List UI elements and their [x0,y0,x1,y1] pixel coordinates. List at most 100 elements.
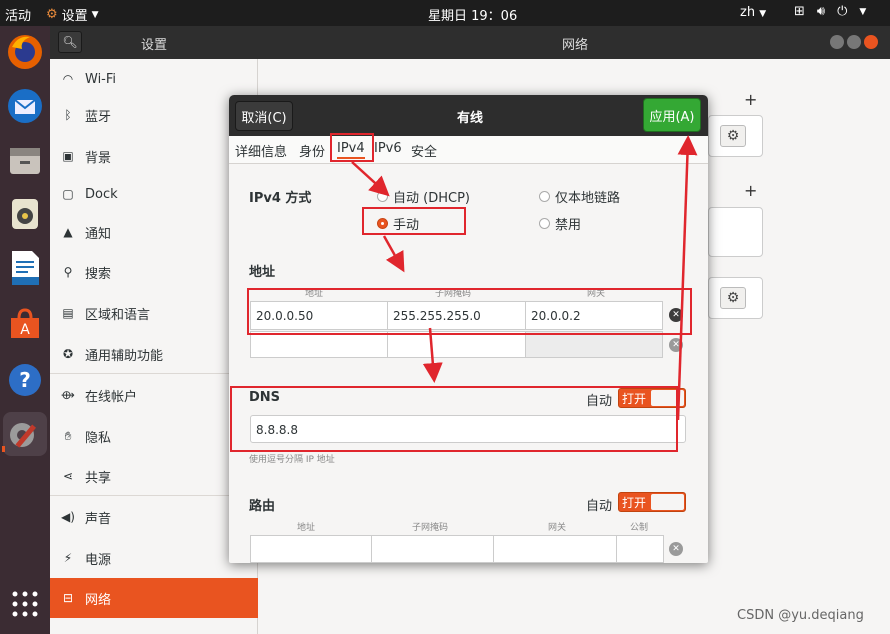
routes-auto-label: 自动 [586,499,613,514]
svg-text:?: ? [19,368,31,392]
sidebar-item-label: 蓝牙 [85,109,112,125]
dock: A ? [0,26,50,634]
show-applications-icon[interactable] [3,582,47,626]
sidebar-item-wifi[interactable]: ◠ Wi-Fi [50,59,258,99]
writer-icon[interactable] [3,246,47,290]
top-bar: 活动 ⚙ 设置 ▼ 星期日 19：06 zh ▼ ⊞ 🔊︎ ⏻ ▼ [0,0,890,26]
clock[interactable]: 星期日 19：06 [428,5,517,24]
annotation-ipv4-tab [330,133,374,162]
cancel-button[interactable]: 取消(C) [235,101,293,131]
rhythmbox-icon[interactable] [3,192,47,236]
firefox-icon[interactable] [3,30,47,74]
tab-security[interactable]: 安全 [411,141,437,160]
delete-route-icon[interactable]: ✕ [669,542,683,556]
sidebar-item-sound[interactable]: ◀) 声音 [50,497,258,537]
sidebar-item-label: 通知 [85,226,112,242]
gear-icon[interactable]: ⚙ [720,125,746,147]
proxy-card: ⚙ [708,277,763,319]
sidebar-item-bluetooth[interactable]: ᛒ 蓝牙 [50,95,258,135]
wifi-icon: ◠ [62,72,74,86]
route-gateway-input[interactable] [493,535,617,563]
power-icon: ⏻ [837,4,848,19]
activities-button[interactable]: 活动 [5,5,31,24]
network-status-icon: ⊞ [794,4,805,19]
lang-label: zh [740,5,756,20]
volume-icon: 🔊︎ [816,4,826,19]
sidebar: ◠ Wi-Fi ᛒ 蓝牙 ▣ 背景 ▢ Dock ▲ 通知 ⚲ 搜索 ▤ 区域和语言 ✪ 通用辅… [50,59,258,634]
search-icon: ⚲ [63,265,73,279]
dialog-title: 有线 [457,111,484,126]
add-vpn-icon[interactable]: + [744,181,757,200]
sidebar-item-search[interactable]: ⚲ 搜索 [50,252,258,292]
sidebar-item-label: 共享 [85,470,112,486]
apply-button[interactable]: 应用(A) [643,98,701,132]
route-address-input[interactable] [250,535,372,563]
sidebar-item-background[interactable]: ▣ 背景 [50,136,258,176]
toggle-label: 打开 [622,495,647,510]
speaker-icon: ◀) [61,510,75,524]
radio-link-local[interactable]: 仅本地链路 [539,187,620,206]
gateway-input-empty[interactable] [525,331,663,358]
add-connection-icon[interactable]: + [744,90,757,109]
search-icon: 🔍︎ [62,35,78,49]
delete-row-icon[interactable]: ✕ [669,338,683,352]
minimize-icon[interactable] [830,35,844,49]
sidebar-item-label: 背景 [85,150,112,166]
route-metric-input[interactable] [616,535,664,563]
sidebar-item-label: 网络 [85,592,112,608]
sidebar-item-label: 电源 [85,552,112,568]
sidebar-item-dock[interactable]: ▢ Dock [50,174,258,214]
route-gateway-col-header: 网关 [548,523,567,533]
dialog-header: 取消(C) 有线 应用(A) [229,95,708,136]
close-icon[interactable] [864,35,878,49]
input-language[interactable]: zh ▼ [740,5,766,20]
maximize-icon[interactable] [847,35,861,49]
address-section-title: 地址 [249,265,276,280]
gear-icon[interactable]: ⚙ [720,287,746,309]
settings-gear-icon: ⚙ [46,7,58,22]
dropdown-arrow-icon: ▼ [759,9,767,19]
tab-details[interactable]: 详细信息 [235,141,287,160]
accessibility-icon: ✪ [62,347,74,361]
address-input-empty[interactable] [250,331,388,358]
sidebar-item-sharing[interactable]: ⋖ 共享 [50,456,258,496]
window-header: 🔍︎ 设置 网络 [50,26,890,59]
files-icon[interactable] [3,138,47,182]
route-address-col-header: 地址 [297,523,316,533]
radio-auto-dhcp[interactable]: 自动 (DHCP) [377,187,470,206]
dock-icon: ▢ [62,187,74,201]
sidebar-item-notifications[interactable]: ▲ 通知 [50,212,258,252]
thunderbird-icon[interactable] [3,84,47,128]
sidebar-item-region[interactable]: ▤ 区域和语言 [50,293,258,333]
sidebar-item-privacy[interactable]: ✋︎ 隐私 [50,416,258,456]
software-center-icon[interactable]: A [3,302,47,346]
netmask-input-empty[interactable] [387,331,526,358]
app-menu[interactable]: ⚙ 设置 ▼ [46,5,99,24]
sidebar-item-label: 在线帐户 [85,389,138,405]
sidebar-item-power[interactable]: ⚡︎ 电源 [50,538,258,578]
divider [50,495,258,496]
wired-card: ⚙ [708,115,763,157]
divider [50,373,258,374]
route-netmask-col-header: 子网掩码 [412,523,449,533]
tab-bar: 详细信息 身份 IPv4 IPv6 安全 [229,136,708,164]
annotation-manual [362,207,466,235]
sidebar-item-label: 搜索 [85,266,112,282]
tab-identity[interactable]: 身份 [299,141,325,160]
bell-icon: ▲ [63,225,73,239]
dns-hint: 使用逗号分隔 IP 地址 [249,455,335,465]
hand-icon: ✋︎ [64,428,72,443]
sidebar-item-online-accounts[interactable]: ⟴ 在线帐户 [50,375,258,415]
tab-ipv6[interactable]: IPv6 [374,141,402,156]
status-area[interactable]: ⊞ 🔊︎ ⏻ ▼ [794,4,866,19]
sidebar-item-accessibility[interactable]: ✪ 通用辅助功能 [50,334,258,374]
power-icon: ⚡︎ [63,551,73,565]
page-title: 网络 [562,38,589,53]
sidebar-item-network[interactable]: ⊟ 网络 [50,578,258,618]
routes-auto-toggle[interactable]: 打开 [618,492,686,512]
settings-app-icon[interactable] [3,412,47,456]
route-netmask-input[interactable] [371,535,494,563]
help-icon[interactable]: ? [3,358,47,402]
radio-disable[interactable]: 禁用 [539,214,581,233]
search-button[interactable]: 🔍︎ [58,31,82,53]
